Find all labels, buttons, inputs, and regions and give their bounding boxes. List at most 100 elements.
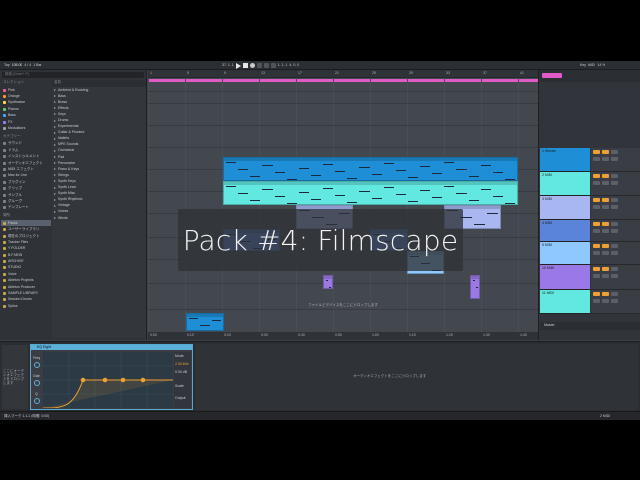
output-chooser[interactable] [611, 181, 618, 185]
song-position[interactable]: 37. 1. 1 [222, 63, 234, 68]
time-ruler[interactable]: 0:00 0:10 0:20 0:30 0:40 0:50 1:00 1:10 1:20 1:30… [148, 332, 538, 340]
monitor-button[interactable] [602, 251, 609, 255]
disclosure-triangle-icon[interactable] [54, 137, 56, 140]
track-activator-button[interactable] [593, 174, 600, 178]
scene-launch-icon[interactable] [542, 73, 562, 78]
disclosure-triangle-icon[interactable] [54, 198, 56, 201]
key-map-button[interactable]: Key [580, 63, 586, 68]
mixer-track-header[interactable]: 3 MIDI [540, 196, 590, 220]
collection-item[interactable]: Modulators [1, 125, 51, 131]
mixer-track-header[interactable]: 5 MIDI [540, 242, 590, 265]
midi-clip[interactable] [223, 157, 518, 181]
arm-button[interactable] [611, 244, 618, 248]
mixer-track-header[interactable]: 10 MIDI [540, 265, 590, 290]
output-chooser[interactable] [611, 251, 618, 255]
track-name[interactable]: 5 MIDI [540, 242, 590, 248]
eq-title-bar[interactable]: EQ Eight [31, 345, 192, 350]
disclosure-triangle-icon[interactable] [54, 217, 56, 220]
track-name[interactable]: 2 MIDI [540, 172, 590, 178]
disclosure-triangle-icon[interactable] [54, 156, 56, 159]
solo-button[interactable] [602, 174, 609, 178]
track-name[interactable]: 11 MIDI [540, 290, 590, 296]
capture-icon[interactable] [270, 63, 276, 68]
track-activator-button[interactable] [593, 222, 600, 226]
freq-value[interactable]: 2.00 kHz [175, 362, 189, 367]
midi-clip[interactable] [223, 181, 518, 205]
solo-button[interactable] [602, 222, 609, 226]
gain-value[interactable]: 0.00 dB [175, 370, 187, 375]
loop-start-field[interactable]: 1. 1. 1 [278, 63, 288, 68]
disclosure-triangle-icon[interactable] [54, 125, 56, 128]
input-type-chooser[interactable] [593, 181, 600, 185]
clip-header[interactable] [324, 276, 332, 279]
tap-button[interactable]: Tap [4, 63, 10, 68]
midi-clip[interactable] [323, 275, 333, 289]
arrangement-view[interactable]: 1 5 9 13 17 21 25 29 33 37 41 ファイルとデバイスをここにドロップします… [148, 70, 538, 340]
master-track[interactable]: Master [540, 322, 640, 330]
track-lane[interactable] [148, 126, 538, 148]
disclosure-triangle-icon[interactable] [54, 174, 56, 177]
disclosure-triangle-icon[interactable] [54, 162, 56, 165]
disclosure-triangle-icon[interactable] [54, 113, 56, 116]
clip-header[interactable] [187, 314, 223, 317]
input-type-chooser[interactable] [593, 205, 600, 209]
disclosure-triangle-icon[interactable] [54, 204, 56, 207]
output-chooser[interactable] [611, 274, 618, 278]
track-lane[interactable] [148, 82, 538, 92]
freq-knob[interactable] [34, 362, 40, 368]
monitor-button[interactable] [602, 274, 609, 278]
place-item[interactable]: Splice [1, 303, 51, 309]
monitor-button[interactable] [602, 157, 609, 161]
output-chooser[interactable] [611, 157, 618, 161]
disclosure-triangle-icon[interactable] [54, 210, 56, 213]
disclosure-triangle-icon[interactable] [54, 131, 56, 134]
track-activator-button[interactable] [593, 292, 600, 296]
disclosure-triangle-icon[interactable] [54, 180, 56, 183]
output-chooser[interactable] [611, 205, 618, 209]
browser-folder-row[interactable]: Winds [52, 215, 146, 221]
disclosure-triangle-icon[interactable] [54, 119, 56, 122]
input-type-chooser[interactable] [593, 274, 600, 278]
eq-curve-display[interactable] [42, 352, 173, 409]
monitor-button[interactable] [602, 181, 609, 185]
tempo-field[interactable]: 105.00 [12, 63, 23, 68]
track-name[interactable]: 4 MIDI [540, 220, 590, 226]
output-chooser[interactable] [611, 299, 618, 303]
arm-button[interactable] [611, 222, 618, 226]
input-type-chooser[interactable] [593, 157, 600, 161]
disclosure-triangle-icon[interactable] [54, 149, 56, 152]
category-item[interactable]: テンプレート [1, 205, 51, 211]
input-type-chooser[interactable] [593, 251, 600, 255]
disclosure-triangle-icon[interactable] [54, 192, 56, 195]
disclosure-triangle-icon[interactable] [54, 186, 56, 189]
track-activator-button[interactable] [593, 244, 600, 248]
eq-eight-device[interactable]: EQ Eight Freq Gain Q Mode 2.00 kHz 0.00 … [30, 344, 193, 410]
clip-header[interactable] [224, 182, 517, 185]
track-activator-button[interactable] [593, 150, 600, 154]
track-name[interactable]: 10 MIDI [540, 265, 590, 271]
solo-button[interactable] [602, 244, 609, 248]
clip-header[interactable] [471, 276, 479, 279]
track-lane[interactable] [148, 92, 538, 104]
mixer-track-header[interactable]: 11 MIDI [540, 290, 590, 314]
signature-field[interactable]: 4 / 4 [24, 63, 31, 68]
solo-button[interactable] [602, 292, 609, 296]
arm-button[interactable] [611, 292, 618, 296]
arm-button[interactable] [611, 150, 618, 154]
monitor-button[interactable] [602, 205, 609, 209]
disclosure-triangle-icon[interactable] [54, 101, 56, 104]
record-icon[interactable] [249, 63, 255, 68]
arm-button[interactable] [611, 174, 618, 178]
input-type-chooser[interactable] [593, 299, 600, 303]
device-drop-area[interactable]: オーディオエフェクトをここにドロップします [195, 344, 638, 410]
automation-arm-icon[interactable] [263, 63, 269, 68]
midi-clip[interactable] [470, 275, 480, 299]
browser-search-input[interactable]: 検索 (Cmd + F) [2, 72, 144, 78]
clip-header[interactable] [224, 158, 517, 161]
disclosure-triangle-icon[interactable] [54, 168, 56, 171]
mixer-track-header[interactable]: 4 MIDI [540, 220, 590, 242]
solo-button[interactable] [602, 267, 609, 271]
disclosure-triangle-icon[interactable] [54, 95, 56, 98]
disclosure-triangle-icon[interactable] [54, 143, 56, 146]
input-type-chooser[interactable] [593, 229, 600, 233]
